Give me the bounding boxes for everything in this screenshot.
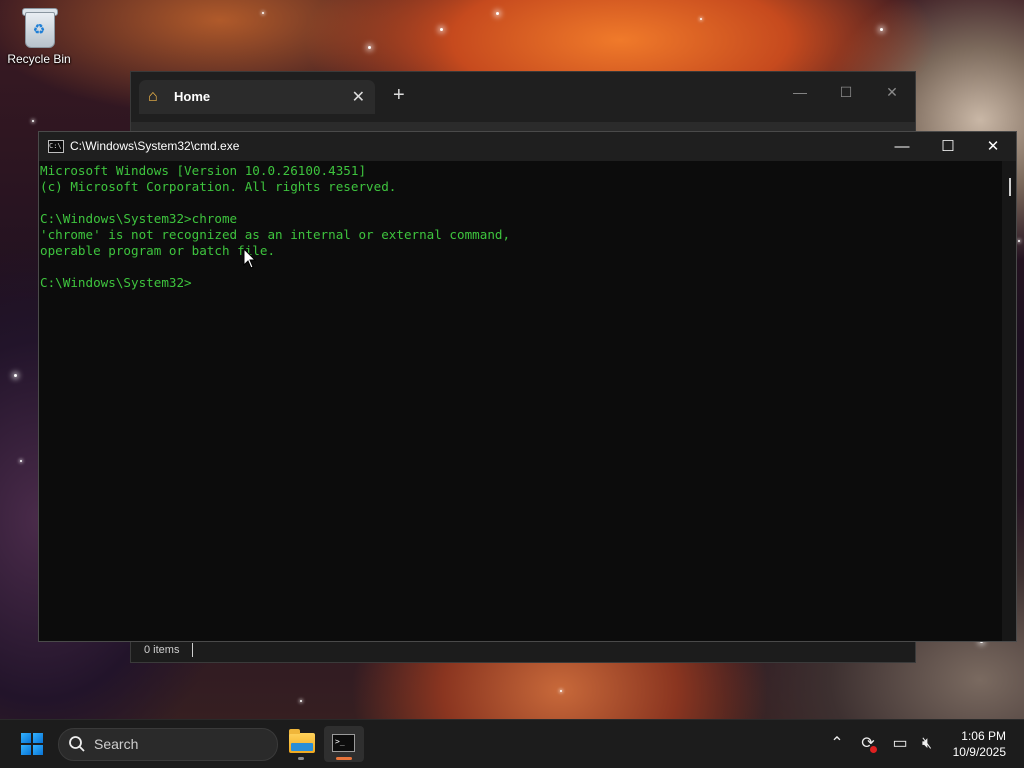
cmd-titlebar[interactable]: C:\ C:\Windows\System32\cmd.exe — ☐ ✕ [39,132,1016,161]
sync-error-badge [870,746,877,753]
network-icon[interactable]: ▭ [889,733,911,755]
recycle-bin-icon: ♻ [21,6,58,48]
console-prompt[interactable]: C:\Windows\System32> [40,275,1002,291]
explorer-maximize-button[interactable]: ☐ [823,78,869,106]
home-icon: ⌂ [148,88,158,105]
file-explorer-icon [289,729,315,753]
new-tab-button[interactable]: + [393,84,405,107]
console-output[interactable]: Microsoft Windows [Version 10.0.26100.43… [39,161,1002,641]
taskbar-search-box[interactable]: Search [58,728,278,761]
clock-time: 1:06 PM [961,729,1006,743]
tab-home-label: Home [174,89,211,104]
status-divider [192,643,193,657]
taskbar-file-explorer[interactable] [281,726,321,762]
item-count: 0 items [144,644,180,656]
console-line: C:\Windows\System32>chrome [40,211,238,226]
tab-close-button[interactable]: ✕ [352,87,365,107]
console-line: operable program or batch file. [40,243,276,258]
taskbar-clock[interactable]: 1:06 PM 10/9/2025 [953,728,1006,760]
volume-muted-icon[interactable]: 🔇︎ [916,733,938,755]
start-windows-icon [21,733,43,755]
explorer-titlebar[interactable]: ⌂ Home ✕ + — ☐ ✕ [131,72,915,122]
mouse-cursor-icon [243,248,257,269]
cmd-scrollbar-thumb[interactable] [1009,178,1011,196]
console-line: (c) Microsoft Corporation. All rights re… [40,179,397,194]
explorer-minimize-button[interactable]: — [777,78,823,106]
command-prompt-window[interactable]: C:\ C:\Windows\System32\cmd.exe — ☐ ✕ Mi… [38,131,1017,642]
console-line: 'chrome' is not recognized as an interna… [40,227,511,242]
cmd-window-title: C:\Windows\System32\cmd.exe [70,139,240,153]
running-indicator [298,757,304,760]
show-hidden-icons-chevron[interactable]: ⌃ [826,733,848,755]
cmd-app-icon: C:\ [48,140,64,153]
recycle-bin-desktop-icon[interactable]: ♻ Recycle Bin [4,6,74,66]
explorer-close-button[interactable]: ✕ [869,78,915,106]
search-placeholder: Search [94,736,139,752]
cmd-close-button[interactable]: ✕ [970,132,1016,161]
clock-date: 10/9/2025 [952,745,1006,759]
taskbar: Search >_ ⌃ ⟳ ▭ 🔇︎ 1:06 PM 10/9/2025 [0,719,1024,768]
cmd-minimize-button[interactable]: — [879,132,925,161]
start-button[interactable] [12,728,52,760]
cmd-scrollbar[interactable] [1002,161,1016,641]
system-tray: ⌃ ⟳ ▭ 🔇︎ [824,720,944,768]
command-prompt-icon: >_ [332,734,355,752]
cmd-maximize-button[interactable]: ☐ [925,132,971,161]
tab-home[interactable]: ⌂ Home ✕ [139,80,375,114]
search-icon [69,736,85,752]
explorer-status-bar: 0 items [131,640,915,662]
console-line: Microsoft Windows [Version 10.0.26100.43… [40,163,367,178]
recycle-bin-label: Recycle Bin [7,52,71,66]
active-indicator [336,757,352,760]
taskbar-command-prompt[interactable]: >_ [324,726,364,762]
